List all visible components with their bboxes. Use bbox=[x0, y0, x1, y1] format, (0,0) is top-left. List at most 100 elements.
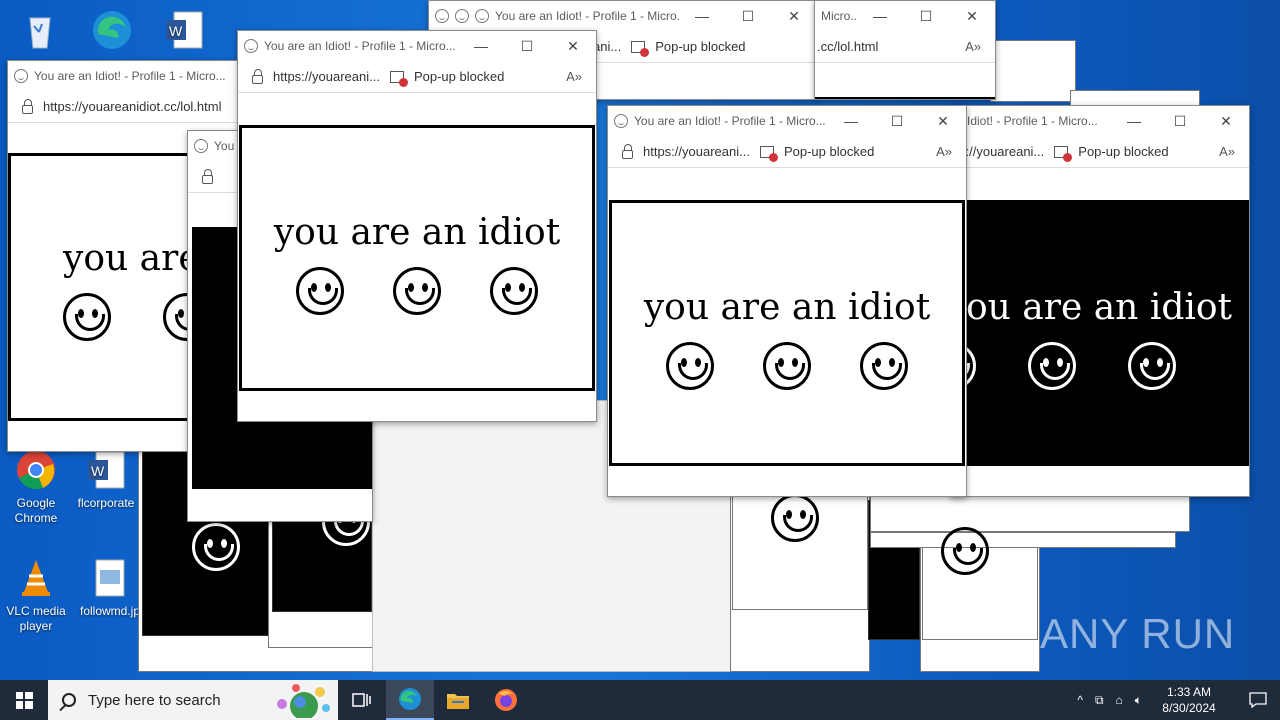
search-icon bbox=[62, 693, 76, 707]
bg-page bbox=[870, 496, 1190, 532]
popup-blocked-label[interactable]: Pop-up blocked bbox=[414, 69, 504, 84]
taskbar: Type here to search ^ ⧉ ⌂ 🔈︎ 1:33 AM 8/3… bbox=[0, 680, 1280, 720]
lock-icon bbox=[22, 98, 33, 114]
address-bar[interactable]: https://youareani... Pop-up blocked A» bbox=[238, 61, 596, 93]
window-title: You are an Idiot! - Profile 1 - Micro... bbox=[34, 69, 226, 83]
bg-page bbox=[870, 532, 1176, 548]
smiley-icon bbox=[392, 267, 441, 315]
maximize-button[interactable]: ☐ bbox=[874, 113, 920, 130]
smiley-row bbox=[612, 342, 962, 390]
popup-blocked-label[interactable]: Pop-up blocked bbox=[655, 39, 745, 54]
bg-page bbox=[990, 40, 1076, 102]
lock-icon bbox=[622, 143, 633, 159]
recycle-bin-icon[interactable] bbox=[4, 8, 76, 56]
chrome-shortcut[interactable]: Google Chrome bbox=[0, 448, 72, 526]
volume-icon[interactable]: 🔈︎ bbox=[1135, 693, 1142, 708]
address-bar[interactable]: .cc/lol.html A» bbox=[815, 31, 995, 63]
close-button[interactable]: ✕ bbox=[550, 38, 596, 55]
popup-blocked-icon[interactable] bbox=[631, 40, 650, 57]
edge-icon-glyph bbox=[90, 8, 134, 52]
titlebar[interactable]: You are an Idiot! - Profile 1 - Micro...… bbox=[429, 1, 817, 31]
maximize-button[interactable]: ☐ bbox=[725, 8, 771, 25]
smiley-icon bbox=[192, 523, 240, 571]
titlebar[interactable]: Micro... — ☐ ✕ bbox=[815, 1, 995, 31]
close-button[interactable]: ✕ bbox=[949, 8, 995, 25]
address-bar[interactable]: s://youareani... Pop-up blocked A» bbox=[951, 136, 1249, 168]
minimize-button[interactable]: — bbox=[679, 8, 725, 24]
read-aloud-icon[interactable]: A» bbox=[566, 69, 582, 84]
lock-icon bbox=[252, 68, 263, 84]
word-file-icon: W bbox=[84, 448, 128, 492]
idiot-panel[interactable]: you are an idiot bbox=[609, 200, 965, 466]
vlc-shortcut[interactable]: VLC media player bbox=[0, 556, 72, 634]
popup-window[interactable]: You are an Idiot! - Profile 1 - Micro...… bbox=[237, 30, 597, 422]
minimize-button[interactable]: — bbox=[857, 8, 903, 24]
followmd-shortcut[interactable]: followmd.jp bbox=[74, 556, 146, 619]
smiley-favicon-icon bbox=[194, 139, 208, 153]
notifications-button[interactable] bbox=[1236, 680, 1280, 720]
titlebar[interactable]: You are an Idiot! - Profile 1 - Micro...… bbox=[608, 106, 966, 136]
maximize-button[interactable]: ☐ bbox=[903, 8, 949, 25]
titlebar[interactable]: You are an Idiot! - Profile 1 - Micro...… bbox=[238, 31, 596, 61]
smiley-icon bbox=[63, 293, 111, 341]
idiot-panel-black[interactable]: ou are an idiot bbox=[951, 200, 1249, 466]
close-button[interactable]: ✕ bbox=[1203, 113, 1249, 130]
lock-icon bbox=[202, 168, 213, 184]
popup-blocked-label[interactable]: Pop-up blocked bbox=[784, 144, 874, 159]
idiot-panel[interactable]: you are an idiot bbox=[239, 125, 595, 391]
minimize-button[interactable]: — bbox=[1111, 113, 1157, 129]
chrome-icon bbox=[14, 448, 58, 492]
smiley-row bbox=[242, 267, 592, 315]
smiley-icon bbox=[1028, 342, 1076, 390]
network-icon[interactable]: ⧉ bbox=[1095, 693, 1104, 708]
taskbar-explorer-button[interactable] bbox=[434, 680, 482, 720]
start-button[interactable] bbox=[0, 680, 48, 720]
ethernet-icon[interactable]: ⌂ bbox=[1116, 693, 1123, 707]
system-tray: ^ ⧉ ⌂ 🔈︎ 1:33 AM 8/30/2024 bbox=[1077, 680, 1280, 720]
url-text: s://youareani... bbox=[959, 144, 1045, 159]
smiley-favicon-icon bbox=[455, 9, 469, 23]
popup-blocked-icon[interactable] bbox=[1054, 145, 1073, 162]
minimize-button[interactable]: — bbox=[828, 113, 874, 129]
maximize-button[interactable]: ☐ bbox=[504, 38, 550, 55]
smiley-favicon-icon bbox=[244, 39, 258, 53]
popup-window[interactable]: Micro... — ☐ ✕ .cc/lol.html A» bbox=[814, 0, 996, 100]
anyrun-watermark: ANY RUN bbox=[1040, 610, 1236, 657]
popup-blocked-icon[interactable] bbox=[759, 145, 778, 162]
word-doc-icon-glyph: W bbox=[162, 8, 206, 52]
popup-window[interactable]: Idiot! - Profile 1 - Micro... — ☐ ✕ s://… bbox=[950, 105, 1250, 497]
address-bar[interactable]: https://youareanidiot.cc/lol.html bbox=[8, 91, 246, 123]
task-view-button[interactable] bbox=[338, 680, 386, 720]
maximize-button[interactable]: ☐ bbox=[1157, 113, 1203, 130]
smiley-icon bbox=[859, 342, 908, 390]
popup-window[interactable]: You are an Idiot! - Profile 1 - Micro...… bbox=[607, 105, 967, 497]
image-file-icon bbox=[88, 556, 132, 600]
edge-icon[interactable] bbox=[76, 8, 148, 56]
window-title: You are an Idiot! - Profile 1 - Micro... bbox=[264, 39, 456, 53]
titlebar[interactable]: Idiot! - Profile 1 - Micro... — ☐ ✕ bbox=[951, 106, 1249, 136]
smiley-favicon-icon bbox=[14, 69, 28, 83]
chrome-label: Google Chrome bbox=[14, 496, 58, 525]
vlc-label: VLC media player bbox=[6, 604, 66, 633]
close-button[interactable]: ✕ bbox=[920, 113, 966, 130]
popup-blocked-label[interactable]: Pop-up blocked bbox=[1078, 144, 1168, 159]
firefox-icon bbox=[495, 689, 517, 711]
popup-blocked-icon[interactable] bbox=[389, 70, 408, 87]
clock-time: 1:33 AM bbox=[1166, 685, 1212, 699]
minimize-button[interactable]: — bbox=[458, 38, 504, 54]
taskbar-firefox-button[interactable] bbox=[482, 680, 530, 720]
smiley-favicon-icon bbox=[435, 9, 449, 23]
titlebar[interactable]: You are an Idiot! - Profile 1 - Micro... bbox=[8, 61, 246, 91]
vlc-icon bbox=[14, 556, 58, 600]
read-aloud-icon[interactable]: A» bbox=[1219, 144, 1235, 159]
read-aloud-icon[interactable]: A» bbox=[965, 39, 981, 54]
read-aloud-icon[interactable]: A» bbox=[936, 144, 952, 159]
address-bar[interactable]: https://youareani... Pop-up blocked A» bbox=[608, 136, 966, 168]
close-button[interactable]: ✕ bbox=[771, 8, 817, 25]
flcorporate-shortcut[interactable]: W flcorporate bbox=[70, 448, 142, 511]
word-doc-icon[interactable]: W bbox=[148, 8, 220, 56]
taskbar-edge-button[interactable] bbox=[386, 680, 434, 720]
taskbar-search[interactable]: Type here to search bbox=[48, 680, 338, 720]
chevron-up-icon[interactable]: ^ bbox=[1077, 693, 1083, 707]
clock[interactable]: 1:33 AM 8/30/2024 bbox=[1154, 684, 1224, 716]
